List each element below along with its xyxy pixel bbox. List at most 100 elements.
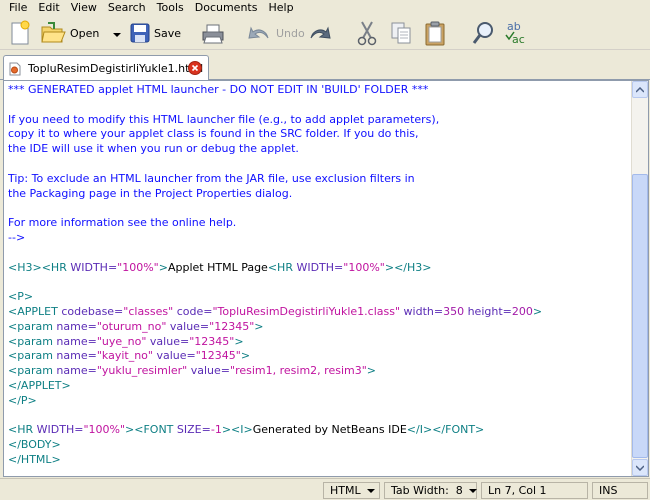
spellcheck-button[interactable]: ab ac [504,19,530,47]
code-token: "uye_no" [96,334,147,348]
cursor-position: Ln 7, Col 1 [481,482,588,499]
code-token: WIDTH= [36,423,84,437]
code-token: > [125,423,135,437]
code-line: the IDE will use it when you run or debu… [8,142,630,157]
printer-icon [202,24,224,44]
code-token: "oturum_no" [96,319,167,333]
tab-close-icon[interactable] [188,61,202,78]
code-token: </BODY> [8,438,61,452]
tab-width-label: Tab Width: 8 [391,484,463,497]
clipboard-icon [425,21,445,46]
code-token: -1 [210,423,222,437]
tab-width-dropdown-icon [468,488,477,493]
code-token: name= [56,319,97,333]
code-token: WIDTH= [70,260,118,274]
code-token: 350 [443,304,465,318]
code-line: <H3><HR WIDTH="100%">Applet HTML Page<HR… [8,261,630,276]
code-token: Generated by NetBeans IDE [252,423,407,437]
code-token: "12345" [189,334,235,348]
new-file-button[interactable] [8,19,32,47]
language-label: HTML [330,484,361,497]
menu-view[interactable]: View [66,0,103,16]
code-token: "resim1, resim2, resim3" [230,364,367,378]
menu-documents[interactable]: Documents [190,0,264,16]
html-file-icon [9,62,21,75]
code-token: "100%" [343,260,385,274]
code-token: If you need to modify this HTML launcher… [8,112,440,126]
undo-label: Undo [276,26,305,40]
new-file-icon [11,20,30,45]
code-token: For more information see the online help… [8,216,237,230]
spellcheck-icon: ab ac [505,20,525,46]
undo-button[interactable]: Undo [246,19,305,47]
code-token: "100%" [117,260,159,274]
open-button[interactable]: Open [40,19,122,47]
code-token: "TopluResimDegistirliYukle1.class" [212,304,401,318]
menu-tools[interactable]: Tools [152,0,190,16]
code-token: <HR [8,423,37,437]
code-token: <HR [41,260,71,274]
code-token: --> [8,230,26,244]
code-token: height= [464,304,512,318]
code-token: <param [8,349,57,363]
code-token: name= [56,364,97,378]
open-dropdown-icon[interactable] [113,27,122,40]
code-token: copy it to where your applet class is fo… [8,127,419,141]
vertical-scrollbar[interactable] [631,81,648,476]
cut-button[interactable] [356,19,378,47]
code-token: code= [173,304,213,318]
code-token: > [532,304,543,318]
redo-icon [310,26,331,39]
code-token: value= [187,364,231,378]
tab-width-selector[interactable]: Tab Width: 8 [384,482,477,499]
code-token: "12345" [209,319,255,333]
chevron-down-icon [636,464,644,471]
code-token: <param [8,319,57,333]
editor-frame: *** GENERATED applet HTML launcher - DO … [3,80,649,477]
code-token: <APPLET [8,304,62,318]
language-selector[interactable]: HTML [323,482,380,499]
save-label: Save [154,26,182,40]
tab-document[interactable]: TopluResimDegistirliYukle1.html [3,55,209,81]
save-button[interactable]: Save [130,19,181,47]
print-button[interactable] [200,19,226,47]
code-line: --> [8,231,630,246]
open-label: Open [70,26,100,40]
menu-bar: File Edit View Search Tools Documents He… [0,0,650,16]
scroll-down-button[interactable] [632,459,648,476]
code-token: > [240,349,251,363]
cursor-position-label: Ln 7, Col 1 [488,484,547,497]
menu-file[interactable]: File [4,0,33,16]
menu-search[interactable]: Search [103,0,152,16]
code-token: </HTML> [8,452,61,466]
copy-button[interactable] [390,19,412,47]
code-token: Applet HTML Page [167,260,268,274]
menu-help[interactable]: Help [263,0,299,16]
code-token: <HR [267,260,297,274]
scroll-up-button[interactable] [632,81,648,98]
toolbar: Open Save Undo ab ac [0,16,650,50]
code-token: > [158,260,168,274]
redo-button[interactable] [307,19,333,47]
code-line: *** GENERATED applet HTML launcher - DO … [8,83,630,98]
code-token: <P> [8,290,34,304]
find-button[interactable] [471,19,495,47]
code-token: the IDE will use it when you run or debu… [8,142,299,156]
svg-text:ac: ac [512,33,525,46]
language-dropdown-icon [366,488,375,493]
paste-button[interactable] [424,19,446,47]
code-line: <param name="kayit_no" value="12345"> [8,349,630,364]
code-token: "12345" [195,349,241,363]
scroll-thumb[interactable] [632,174,648,458]
code-line: Tip: To exclude an HTML launcher from th… [8,172,630,187]
menu-edit[interactable]: Edit [33,0,65,16]
code-line: For more information see the online help… [8,216,630,231]
code-token: > [254,319,264,333]
code-token: Tip: To exclude an HTML launcher from th… [8,171,415,185]
code-editor[interactable]: *** GENERATED applet HTML launcher - DO … [8,83,630,475]
code-line: copy it to where your applet class is fo… [8,127,630,142]
code-line: If you need to modify this HTML launcher… [8,113,630,128]
code-token: width= [400,304,444,318]
